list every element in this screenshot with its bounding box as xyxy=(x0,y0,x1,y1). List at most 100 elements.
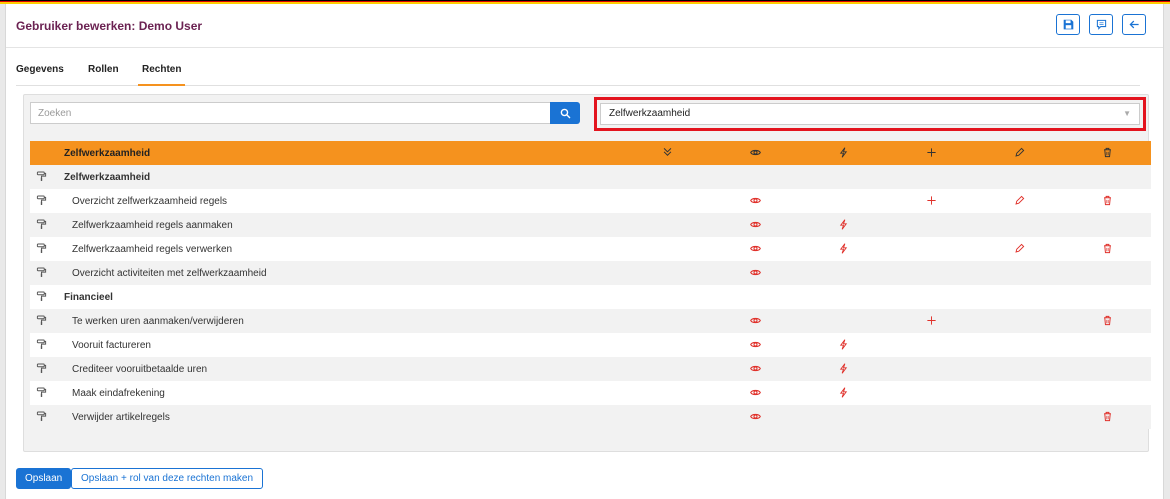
tab-gegevens[interactable]: Gegevens xyxy=(16,64,64,86)
permission-cell[interactable] xyxy=(799,237,887,261)
permission-cell[interactable] xyxy=(799,165,887,189)
check-all-header[interactable] xyxy=(623,141,711,165)
permission-cell[interactable] xyxy=(887,381,975,405)
permission-cell[interactable] xyxy=(711,333,799,357)
permission-cell[interactable] xyxy=(711,405,799,429)
tab-rollen[interactable]: Rollen xyxy=(88,64,119,86)
permission-cell[interactable] xyxy=(887,405,975,429)
permission-cell[interactable] xyxy=(1063,285,1151,309)
table-row: Zelfwerkzaamheid regels verwerken xyxy=(30,237,1151,261)
permission-cell[interactable] xyxy=(887,309,975,333)
save-icon-button[interactable] xyxy=(1056,14,1080,35)
page-title: Gebruiker bewerken: Demo User xyxy=(16,19,203,33)
header-spacer xyxy=(30,141,52,165)
permission-cell[interactable] xyxy=(799,189,887,213)
create-all-header[interactable] xyxy=(887,141,975,165)
permission-cell[interactable] xyxy=(799,213,887,237)
permission-cell[interactable] xyxy=(887,213,975,237)
trash-icon xyxy=(1102,196,1113,207)
permission-cell[interactable] xyxy=(623,381,711,405)
permission-cell[interactable] xyxy=(1063,189,1151,213)
eye-icon xyxy=(749,244,761,255)
permission-cell[interactable] xyxy=(711,261,799,285)
permission-cell[interactable] xyxy=(975,381,1063,405)
permission-cell[interactable] xyxy=(623,165,711,189)
permission-cell[interactable] xyxy=(711,357,799,381)
view-all-header[interactable] xyxy=(711,141,799,165)
permission-cell[interactable] xyxy=(799,285,887,309)
permission-cell[interactable] xyxy=(1063,213,1151,237)
permission-cell[interactable] xyxy=(887,165,975,189)
permission-cell[interactable] xyxy=(623,309,711,333)
permission-cell[interactable] xyxy=(711,165,799,189)
permission-cell[interactable] xyxy=(711,189,799,213)
eye-icon xyxy=(749,268,761,279)
bolt-icon xyxy=(838,219,849,231)
permission-cell[interactable] xyxy=(623,333,711,357)
permission-cell[interactable] xyxy=(711,213,799,237)
pencil-icon xyxy=(1014,196,1025,207)
permission-cell[interactable] xyxy=(799,309,887,333)
search-input[interactable] xyxy=(30,102,550,124)
permission-cell[interactable] xyxy=(975,333,1063,357)
permission-cell[interactable] xyxy=(975,405,1063,429)
permission-cell[interactable] xyxy=(799,405,887,429)
permission-cell[interactable] xyxy=(1063,261,1151,285)
search-icon xyxy=(560,108,570,118)
permission-cell[interactable] xyxy=(975,189,1063,213)
permission-cell[interactable] xyxy=(1063,357,1151,381)
save-button[interactable]: Opslaan xyxy=(16,468,72,489)
permission-cell[interactable] xyxy=(711,237,799,261)
permission-cell[interactable] xyxy=(1063,165,1151,189)
permission-cell[interactable] xyxy=(1063,309,1151,333)
table-row: Overzicht activiteiten met zelfwerkzaamh… xyxy=(30,261,1151,285)
permission-cell[interactable] xyxy=(623,405,711,429)
bolt-icon xyxy=(838,147,849,159)
permission-cell[interactable] xyxy=(975,165,1063,189)
bolt-icon xyxy=(838,363,849,375)
permission-cell[interactable] xyxy=(975,261,1063,285)
permission-cell[interactable] xyxy=(623,213,711,237)
delete-all-header[interactable] xyxy=(1063,141,1151,165)
permission-cell[interactable] xyxy=(799,333,887,357)
permission-cell[interactable] xyxy=(975,237,1063,261)
permission-cell[interactable] xyxy=(887,189,975,213)
permission-cell[interactable] xyxy=(975,213,1063,237)
edit-all-header[interactable] xyxy=(975,141,1063,165)
permission-cell[interactable] xyxy=(623,189,711,213)
comment-button[interactable] xyxy=(1089,14,1113,35)
permission-cell[interactable] xyxy=(711,381,799,405)
permission-cell[interactable] xyxy=(975,309,1063,333)
permission-cell[interactable] xyxy=(623,237,711,261)
permission-cell[interactable] xyxy=(887,333,975,357)
search-button[interactable] xyxy=(550,102,580,124)
group-label: Financieel xyxy=(64,291,113,303)
permission-cell[interactable] xyxy=(799,357,887,381)
permission-cell[interactable] xyxy=(1063,381,1151,405)
permission-cell[interactable] xyxy=(623,285,711,309)
permission-label: Vooruit factureren xyxy=(72,339,151,351)
permission-cell[interactable] xyxy=(887,357,975,381)
permission-cell[interactable] xyxy=(799,261,887,285)
back-button[interactable] xyxy=(1122,14,1146,35)
permission-cell[interactable] xyxy=(1063,237,1151,261)
permission-cell[interactable] xyxy=(711,285,799,309)
save-as-role-button[interactable]: Opslaan + rol van deze rechten maken xyxy=(71,468,264,489)
permission-cell[interactable] xyxy=(799,381,887,405)
tab-rechten[interactable]: Rechten xyxy=(138,64,186,86)
table-row: Overzicht zelfwerkzaamheid regels xyxy=(30,189,1151,213)
permission-cell[interactable] xyxy=(623,261,711,285)
permission-cell[interactable] xyxy=(887,237,975,261)
permission-cell[interactable] xyxy=(711,309,799,333)
permission-cell[interactable] xyxy=(1063,333,1151,357)
execute-all-header[interactable] xyxy=(799,141,887,165)
bolt-icon xyxy=(838,339,849,351)
permission-cell[interactable] xyxy=(887,261,975,285)
permission-cell[interactable] xyxy=(887,285,975,309)
permission-cell[interactable] xyxy=(1063,405,1151,429)
permission-cell[interactable] xyxy=(975,357,1063,381)
module-select[interactable]: Zelfwerkzaamheid ▼ xyxy=(600,103,1140,125)
table-row: Maak eindafrekening xyxy=(30,381,1151,405)
permission-cell[interactable] xyxy=(623,357,711,381)
permission-cell[interactable] xyxy=(975,285,1063,309)
